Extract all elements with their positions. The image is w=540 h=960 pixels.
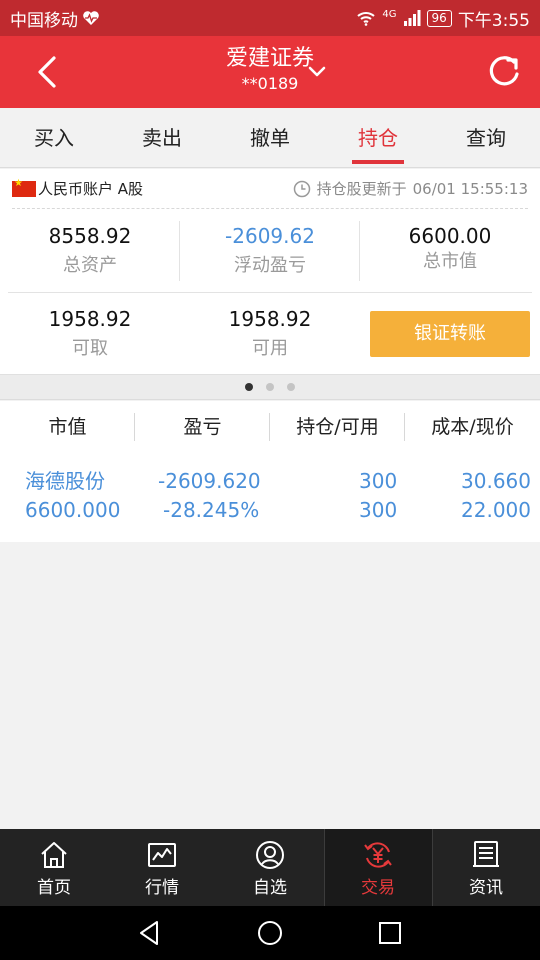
account-info-row: 人民币账户 A股 持仓股更新于 06/01 15:55:13 <box>12 169 528 209</box>
recents-square-icon[interactable] <box>375 918 405 948</box>
withdrawable-label: 可取 <box>72 338 108 359</box>
page-dot-3[interactable] <box>287 383 295 391</box>
available-label: 可用 <box>252 338 288 359</box>
tab-positions[interactable]: 持仓 <box>324 108 432 167</box>
clock-time: 下午3:55 <box>457 10 530 31</box>
home-circle-icon[interactable] <box>255 918 285 948</box>
clock-icon <box>293 180 310 197</box>
bank-transfer-button[interactable]: 银证转账 <box>370 311 530 357</box>
total-assets-label: 总资产 <box>63 255 117 276</box>
account-summary-card: 人民币账户 A股 持仓股更新于 06/01 15:55:13 8558.92 总… <box>0 169 540 374</box>
available-value: 1958.92 <box>228 307 312 331</box>
back-triangle-icon[interactable] <box>135 918 165 948</box>
update-time: 06/01 15:55:13 <box>412 179 528 198</box>
nav-trade[interactable]: 交易 <box>324 829 432 906</box>
total-assets-value: 8558.92 <box>48 224 132 248</box>
nav-watchlist-label: 自选 <box>253 878 287 898</box>
nav-news-label: 资讯 <box>469 878 503 898</box>
tab-cancel-order[interactable]: 撤单 <box>216 108 324 167</box>
account-number[interactable]: **0189 <box>0 74 540 94</box>
position-cell: 300 300 <box>359 467 397 525</box>
app-header: 爱建证券 **0189 <box>0 36 540 108</box>
available: 1958.92 可用 <box>180 302 360 374</box>
heart-pulse-icon <box>83 11 99 25</box>
tab-query[interactable]: 查询 <box>432 108 540 167</box>
table-row[interactable]: 海德股份 6600.000 -2609.620 -28.245% 300 300… <box>0 453 540 542</box>
nav-watchlist[interactable]: 自选 <box>216 829 324 906</box>
stock-cost: 30.660 <box>461 469 531 493</box>
china-flag-icon <box>12 178 36 197</box>
screen: 中国移动 4G 96 下午3:55 爱建证券 **0189 买入 卖出 撤单 持… <box>0 0 540 960</box>
asset-stats-row: 8558.92 总资产 -2609.62 浮动盈亏 6600.00 总市值 <box>0 219 540 291</box>
total-assets: 8558.92 总资产 <box>0 219 180 291</box>
network-type: 4G <box>382 8 397 20</box>
holdings-empty-area <box>0 542 540 829</box>
stock-market-value: 6600.000 <box>25 498 121 522</box>
tab-sell[interactable]: 卖出 <box>108 108 216 167</box>
tab-buy[interactable]: 买入 <box>0 108 108 167</box>
refresh-icon[interactable] <box>484 52 524 92</box>
stock-pnl: -2609.620 <box>158 469 261 493</box>
account-switcher[interactable]: 爱建证券 **0189 <box>0 44 540 94</box>
battery-indicator: 96 <box>426 9 452 27</box>
divider <box>8 292 532 293</box>
stock-available: 300 <box>359 498 398 522</box>
signal-icon <box>403 10 421 26</box>
stock-cell: 海德股份 6600.000 <box>25 467 120 525</box>
nav-market[interactable]: 行情 <box>108 829 216 906</box>
page-indicator <box>0 374 540 400</box>
update-info: 持仓股更新于 06/01 15:55:13 <box>293 178 528 199</box>
nav-home[interactable]: 首页 <box>0 829 108 906</box>
column-header-cost-price[interactable]: 成本/现价 <box>405 401 540 453</box>
stock-price: 22.000 <box>461 498 531 522</box>
stock-name: 海德股份 <box>25 469 105 493</box>
nav-market-label: 行情 <box>145 878 179 898</box>
user-circle-icon <box>256 841 284 869</box>
column-header-pnl[interactable]: 盈亏 <box>135 401 270 453</box>
nav-news[interactable]: 资讯 <box>432 829 540 906</box>
pnl-cell: -2609.620 -28.245% <box>158 467 261 525</box>
nav-home-label: 首页 <box>37 878 71 898</box>
status-bar: 中国移动 4G 96 下午3:55 <box>0 0 540 36</box>
column-header-position[interactable]: 持仓/可用 <box>270 401 405 453</box>
market-value: 6600.00 总市值 <box>360 219 540 291</box>
home-icon <box>41 842 67 868</box>
market-value-label: 总市值 <box>423 251 477 272</box>
floating-pnl: -2609.62 浮动盈亏 <box>180 219 360 291</box>
cost-price-cell: 30.660 22.000 <box>461 467 531 525</box>
broker-title[interactable]: 爱建证券 <box>0 44 540 74</box>
carrier-label: 中国移动 <box>10 10 78 31</box>
news-icon <box>473 841 499 867</box>
floating-pnl-value: -2609.62 <box>225 224 315 248</box>
update-label: 持仓股更新于 <box>316 180 407 198</box>
column-header-market-value[interactable]: 市值 <box>0 401 135 453</box>
page-dot-1[interactable] <box>245 383 253 391</box>
floating-pnl-label: 浮动盈亏 <box>234 255 306 276</box>
trade-tabs: 买入 卖出 撤单 持仓 查询 <box>0 108 540 168</box>
yuan-exchange-icon <box>364 842 392 868</box>
stock-position: 300 <box>359 469 398 493</box>
stock-pnl-percent: -28.245% <box>163 498 260 522</box>
wifi-icon <box>357 12 376 26</box>
system-nav-bar <box>0 906 540 960</box>
nav-trade-label: 交易 <box>361 878 395 898</box>
chart-icon <box>148 843 176 867</box>
bottom-nav: 首页 行情 自选 交易 资讯 <box>0 829 540 906</box>
withdrawable: 1958.92 可取 <box>0 302 180 374</box>
withdrawable-value: 1958.92 <box>48 307 132 331</box>
chevron-down-icon[interactable] <box>306 61 328 83</box>
account-type: 人民币账户 A股 <box>38 180 144 198</box>
page-dot-2[interactable] <box>266 383 274 391</box>
holdings-header: 市值 盈亏 持仓/可用 成本/现价 <box>0 401 540 453</box>
